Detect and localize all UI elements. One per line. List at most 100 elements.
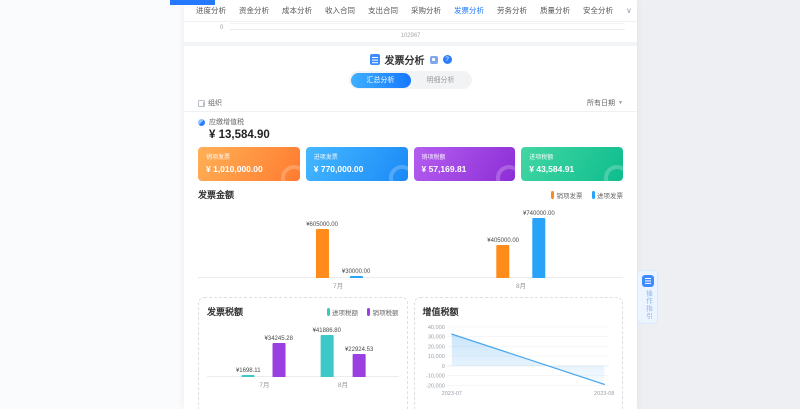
toggle-option-1[interactable]: 明细分析 — [411, 73, 471, 88]
bar-value-label: ¥30000.00 — [342, 269, 370, 275]
kpi-value: ¥ 13,584.90 — [209, 129, 623, 141]
svg-text:10,000: 10,000 — [427, 354, 444, 360]
invoice-tax-section: 发票税额 进项税额 销项税额 ¥1698.11 ¥34245.28 7月 ¥418… — [198, 297, 408, 409]
tab-item-1[interactable]: 资金分析 — [239, 5, 269, 16]
bar-进项税额: ¥1698.11 — [236, 368, 261, 377]
date-filter[interactable]: 所有日期 ▼ — [587, 98, 623, 108]
bar-group-7月: ¥605000.00 ¥30000.00 7月 — [306, 222, 370, 278]
tab-item-6[interactable]: 发票分析 — [454, 5, 484, 16]
legend-item-1[interactable]: 销项税额 — [367, 307, 399, 317]
bar-value-label: ¥1698.11 — [236, 368, 261, 374]
left-gutter — [0, 0, 184, 409]
summary-card-0: 销项发票 ¥ 1,010,000.00 — [198, 147, 300, 181]
card-value: ¥ 43,584.91 — [529, 164, 615, 174]
bar-销项税额: ¥34245.28 — [265, 336, 293, 377]
bar-group-8月: ¥405000.00 ¥740000.00 8月 — [487, 211, 554, 278]
invoice-amount-section: 发票金额 销项发票 进项发票 ¥605000.00 ¥30000.00 7月 ¥4… — [184, 183, 637, 289]
tab-item-2[interactable]: 成本分析 — [282, 5, 312, 16]
invoice-amount-legend: 销项发票 进项发票 — [551, 190, 623, 200]
invoice-tax-legend: 进项税额 销项税额 — [327, 307, 399, 317]
tab-item-7[interactable]: 劳务分析 — [497, 5, 527, 16]
legend-item-1[interactable]: 进项发票 — [592, 190, 624, 200]
help-icon[interactable]: ? — [443, 55, 452, 64]
bar-销项发票: ¥605000.00 — [306, 222, 338, 278]
tab-item-8[interactable]: 质量分析 — [540, 5, 570, 16]
bar-rect — [532, 218, 545, 278]
tab-bar: 进度分析 资金分析 成本分析 收入合同 支出合同 采购分析 发票分析 劳务分析 质量分析 安全分析… — [184, 0, 637, 22]
caret-down-icon: ▼ — [618, 100, 623, 106]
svg-text:-10,000: -10,000 — [425, 373, 444, 379]
vat-kpi: 应缴增值税 ¥ 13,584.90 — [184, 112, 637, 143]
bar-value-label: ¥41886.80 — [313, 328, 341, 334]
legend-item-0[interactable]: 销项发票 — [551, 190, 583, 200]
bar-rect — [242, 375, 255, 377]
org-filter-label: 组织 — [208, 98, 222, 108]
bar-进项发票: ¥740000.00 — [523, 211, 555, 278]
bar-rect — [320, 335, 333, 377]
bar-rect — [316, 229, 329, 278]
bar-value-label: ¥605000.00 — [306, 222, 338, 228]
svg-text:0: 0 — [441, 364, 444, 370]
tab-item-0[interactable]: 进度分析 — [196, 5, 226, 16]
bar-rect — [272, 343, 285, 377]
bar-group-8月: ¥41886.80 ¥22924.53 8月 — [313, 328, 374, 377]
floating-guide-label: 操作指引 — [643, 290, 653, 320]
bar-进项发票: ¥30000.00 — [342, 269, 370, 278]
toggle-option-0[interactable]: 汇总分析 — [351, 73, 411, 88]
tab-item-9[interactable]: 安全分析 — [583, 5, 613, 16]
bar-value-label: ¥34245.28 — [265, 336, 293, 342]
bottom-charts-row: 发票税额 进项税额 销项税额 ¥1698.11 ¥34245.28 7月 ¥418… — [184, 297, 637, 409]
svg-text:2023-08: 2023-08 — [594, 391, 614, 397]
bar-销项税额: ¥22924.53 — [345, 347, 373, 377]
svg-text:-20,000: -20,000 — [425, 383, 444, 389]
chart-title-invoice-tax: 发票税额 — [207, 305, 243, 318]
legend-text: 进项税额 — [332, 307, 358, 317]
legend-text: 销项税额 — [373, 307, 399, 317]
category-label: 7月 — [333, 280, 343, 290]
section-divider — [184, 42, 637, 46]
guide-doc-icon — [642, 275, 654, 287]
report-tool-icon[interactable] — [430, 56, 438, 64]
top-accent-bar — [170, 0, 215, 5]
legend-marker — [367, 308, 370, 316]
tabbar-collapse-chevron-icon[interactable]: ∨ — [626, 7, 632, 15]
invoice-amount-bar-chart: ¥605000.00 ¥30000.00 7月 ¥405000.00 ¥74000… — [198, 205, 623, 289]
legend-marker — [592, 191, 595, 199]
category-label: 7月 — [259, 379, 269, 389]
vat-trend-section: 增值税额 40,00030,00020,00010,0000-10,000-20… — [414, 297, 624, 409]
svg-text:20,000: 20,000 — [427, 344, 444, 350]
legend-text: 销项发票 — [557, 190, 583, 200]
summary-card-1: 进项发票 ¥ 770,000.00 — [306, 147, 408, 181]
org-filter[interactable]: 组织 — [198, 98, 222, 108]
bar-value-label: ¥405000.00 — [487, 238, 519, 244]
tab-item-3[interactable]: 收入合同 — [325, 5, 355, 16]
legend-item-0[interactable]: 进项税额 — [327, 307, 359, 317]
legend-marker — [327, 308, 330, 316]
legend-marker — [551, 191, 554, 199]
date-filter-label: 所有日期 — [587, 98, 615, 108]
analysis-mode-toggle: 汇总分析明细分析 — [349, 71, 472, 89]
floating-guide-button[interactable]: 操作指引 — [637, 270, 658, 324]
card-label: 销项发票 — [206, 152, 292, 161]
invoice-tax-bar-chart: ¥1698.11 ¥34245.28 7月 ¥41886.80 ¥22924.53… — [207, 322, 399, 388]
card-value: ¥ 1,010,000.00 — [206, 164, 292, 174]
y-axis-zero-tick: 0 — [220, 25, 223, 31]
bar-进项税额: ¥41886.80 — [313, 328, 341, 377]
bar-rect — [353, 354, 366, 377]
chart-title-invoice-amount: 发票金额 — [198, 188, 234, 201]
category-label: 8月 — [338, 379, 348, 389]
card-value: ¥ 770,000.00 — [314, 164, 400, 174]
tab-item-4[interactable]: 支出合同 — [368, 5, 398, 16]
report-title-row: 发票分析 ? — [184, 52, 637, 67]
svg-text:2023-07: 2023-07 — [441, 391, 461, 397]
tab-item-5[interactable]: 采购分析 — [411, 5, 441, 16]
bar-group-7月: ¥1698.11 ¥34245.28 7月 — [236, 336, 293, 377]
bar-value-label: ¥740000.00 — [523, 211, 555, 217]
summary-cards-row: 销项发票 ¥ 1,010,000.00 进项发票 ¥ 770,000.00 销项… — [184, 147, 637, 181]
analysis-mode-toggle-row: 汇总分析明细分析 — [184, 71, 637, 89]
vat-line-chart: 40,00030,00020,00010,0000-10,000-20,0002… — [423, 321, 615, 401]
previous-chart-fragment: 0 102967 — [184, 22, 637, 42]
x-axis-line — [198, 277, 623, 278]
chart-title-vat-amount: 增值税额 — [423, 305, 459, 318]
building-icon — [198, 100, 205, 107]
